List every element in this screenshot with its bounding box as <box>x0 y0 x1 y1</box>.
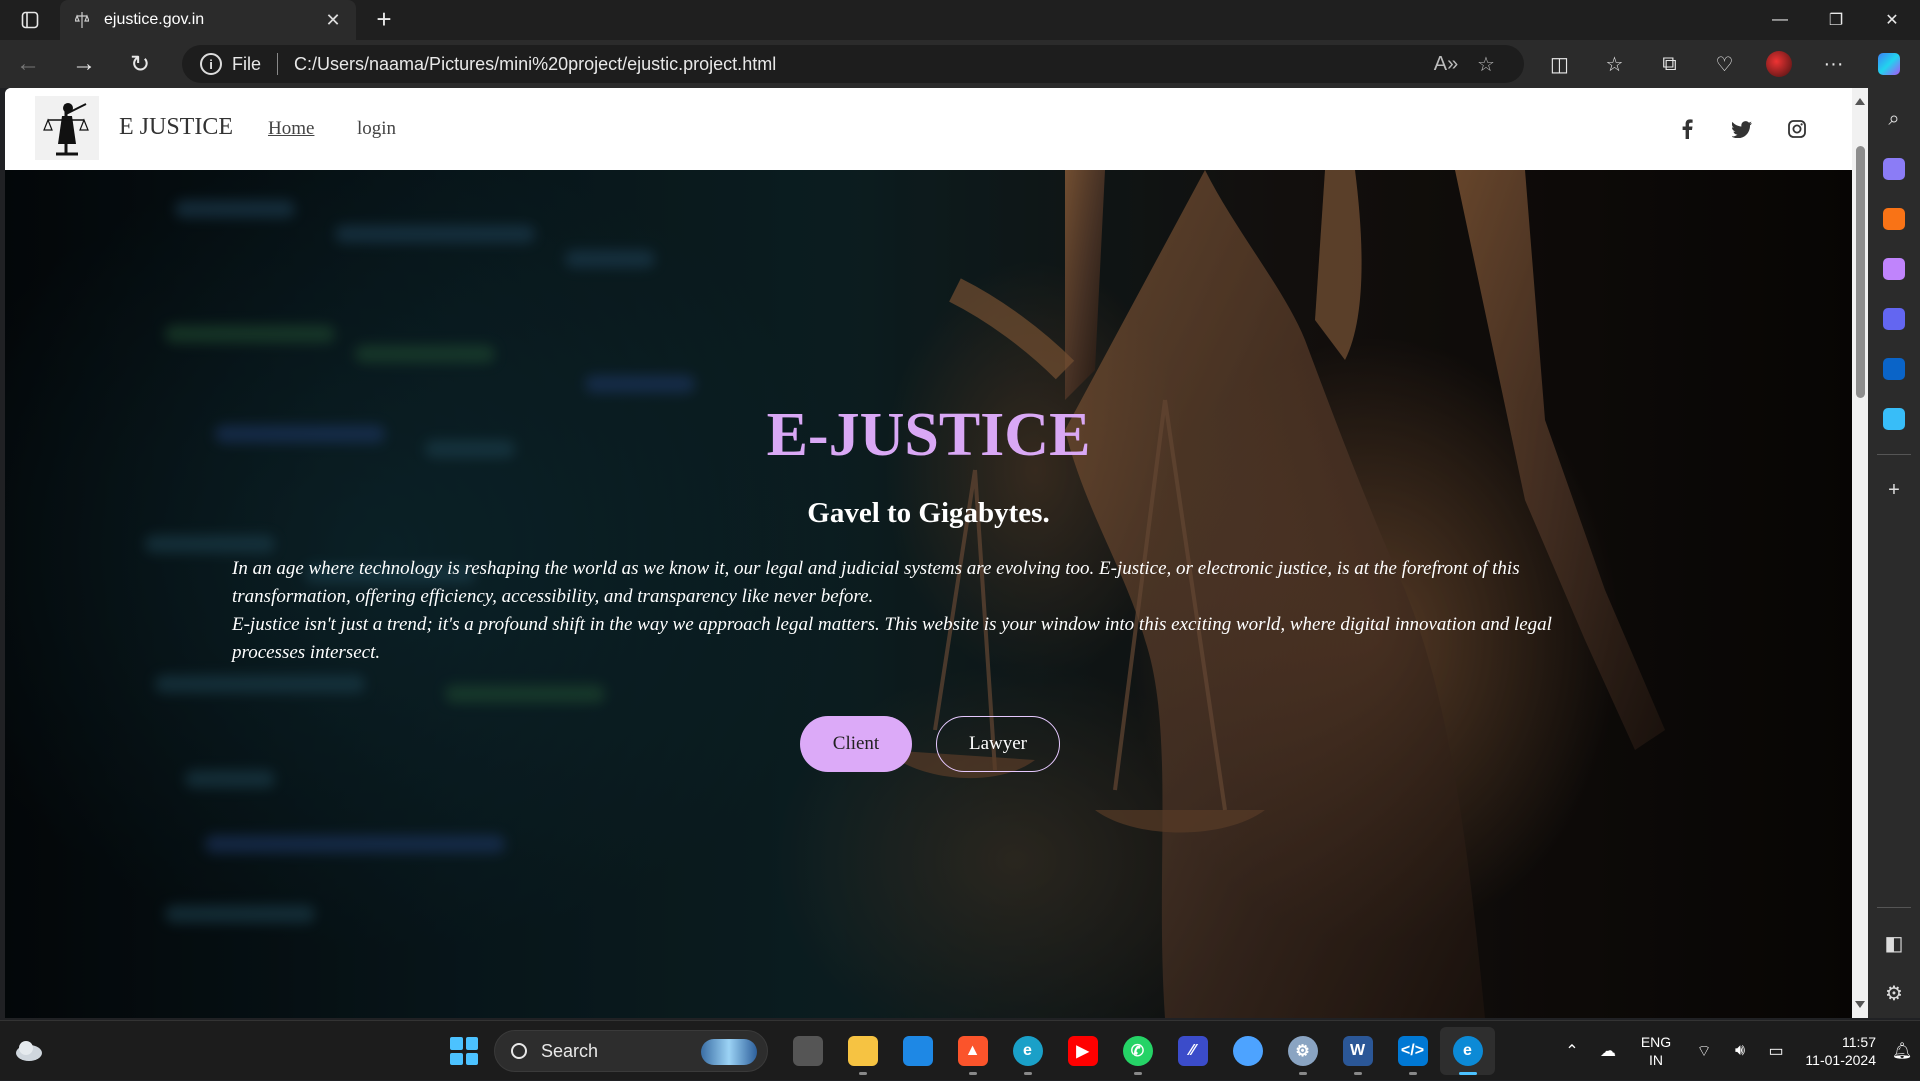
hero-description: In an age where technology is reshaping … <box>232 555 1622 667</box>
volume-icon[interactable]: 🔊︎ <box>1722 1042 1758 1060</box>
file-explorer-icon[interactable] <box>835 1027 890 1075</box>
client-button[interactable]: Client <box>800 716 912 772</box>
search-highlight-art <box>701 1039 757 1065</box>
hero-title: E-JUSTICE <box>766 401 1091 469</box>
page-scrollbar[interactable] <box>1852 88 1868 1018</box>
more-options-icon[interactable]: ··· <box>1806 40 1861 88</box>
site-brand[interactable]: E JUSTICE <box>119 114 233 141</box>
close-tab-icon[interactable]: ✕ <box>322 10 344 31</box>
region-code: IN <box>1649 1052 1663 1068</box>
justice-logo <box>35 96 99 160</box>
settings-gear-icon[interactable]: ⚙ <box>1874 968 1914 1018</box>
nav-home-link[interactable]: Home <box>268 118 314 140</box>
refresh-icon[interactable]: ↻ <box>112 40 168 88</box>
taskbar-search[interactable]: Search <box>494 1030 768 1072</box>
justice-favicon-icon <box>72 10 92 30</box>
close-window-icon[interactable]: ✕ <box>1864 0 1920 40</box>
twitter-icon[interactable] <box>1725 112 1759 146</box>
search-icon[interactable]: ⌕ <box>1874 94 1914 144</box>
wifi-icon[interactable]: ⌔ <box>1686 1041 1722 1061</box>
vscode-icon[interactable]: </> <box>1385 1027 1440 1075</box>
brave-browser-icon[interactable]: ▲ <box>945 1027 1000 1075</box>
toolbar-icons: ◫ ☆ ⧉ ♡ ··· <box>1532 40 1916 88</box>
edge-sidebar: ⌕ + ◧ ⚙ <box>1868 88 1920 1018</box>
onedrive-cloud-icon[interactable]: ☁ <box>1590 1041 1626 1061</box>
youtube-icon[interactable]: ▶ <box>1055 1027 1110 1075</box>
address-separator <box>277 53 279 75</box>
hero-section: E-JUSTICE Gavel to Gigabytes. In an age … <box>5 170 1852 1018</box>
collections-icon[interactable]: ⧉ <box>1642 40 1697 88</box>
window-controls: — ❐ ✕ <box>1752 0 1920 40</box>
copilot-sidebar-icon[interactable] <box>1874 294 1914 344</box>
edge-icon[interactable]: e <box>1000 1027 1055 1075</box>
task-view-icon[interactable] <box>780 1027 835 1075</box>
app-icon[interactable]: ⁄⁄ <box>1165 1027 1220 1075</box>
page-viewport: E JUSTICE Home login E-JUSTICE Gavel to … <box>5 88 1868 1018</box>
outlook-icon[interactable] <box>1874 344 1914 394</box>
start-windows-icon[interactable] <box>446 1033 482 1069</box>
search-label: Search <box>541 1040 599 1061</box>
games-icon[interactable] <box>1874 244 1914 294</box>
address-prefix: File <box>232 53 262 74</box>
hide-sidebar-icon[interactable]: ◧ <box>1874 918 1914 968</box>
lawyer-button[interactable]: Lawyer <box>936 716 1060 772</box>
tab-title: ejustice.gov.in <box>104 11 205 28</box>
tab-actions-icon[interactable] <box>0 0 60 40</box>
weather-icon[interactable] <box>14 1037 44 1063</box>
instagram-icon[interactable] <box>1780 112 1814 146</box>
forward-icon[interactable]: → <box>56 40 112 88</box>
new-tab-button[interactable]: + <box>368 4 400 36</box>
minimize-icon[interactable]: — <box>1752 0 1808 40</box>
hero-content: E-JUSTICE Gavel to Gigabytes. In an age … <box>5 170 1852 1018</box>
hero-paragraph-2: E-justice isn't just a trend; it's a pro… <box>232 614 1552 663</box>
split-screen-icon[interactable]: ◫ <box>1532 40 1587 88</box>
hero-paragraph-1: In an age where technology is reshaping … <box>232 558 1520 607</box>
globe-app-icon[interactable] <box>1220 1027 1275 1075</box>
whatsapp-icon[interactable]: ✆ <box>1110 1027 1165 1075</box>
windows-taskbar: Search ▲ e ▶ ✆ ⁄⁄ ⚙ W </> e ⌃ ☁ ENG IN ⌔… <box>0 1020 1920 1080</box>
restore-icon[interactable]: ❐ <box>1808 0 1864 40</box>
clock-time: 11:57 <box>1842 1034 1876 1050</box>
search-glass-icon <box>511 1043 527 1059</box>
clock-date: 11-01-2024 <box>1805 1052 1876 1068</box>
language-code: ENG <box>1640 1034 1672 1050</box>
notifications-bell-icon[interactable]: 🔔︎ <box>1884 1041 1920 1061</box>
scrollbar-thumb[interactable] <box>1856 146 1865 398</box>
favorites-icon[interactable]: ☆ <box>1587 40 1642 88</box>
active-tab[interactable]: ejustice.gov.in ✕ <box>60 0 356 40</box>
url-text[interactable]: C:/Users/naama/Pictures/mini%20project/e… <box>294 54 1426 75</box>
facebook-icon[interactable] <box>1670 112 1704 146</box>
nav-login-link[interactable]: login <box>357 118 396 140</box>
site-navbar: E JUSTICE Home login <box>5 88 1852 170</box>
system-tray: ⌃ ☁ ENG IN ⌔ 🔊︎ ▭ 11:57 11-01-2024 🔔︎ <box>1554 1021 1920 1081</box>
show-hidden-icons-chevron-icon[interactable]: ⌃ <box>1554 1041 1590 1061</box>
language-indicator[interactable]: ENG IN <box>1626 1033 1686 1069</box>
favorite-star-icon[interactable]: ☆ <box>1466 52 1506 77</box>
hero-subtitle: Gavel to Gigabytes. <box>807 497 1050 529</box>
back-icon[interactable]: ← <box>0 40 56 88</box>
browser-toolbar: ← → ↻ i File C:/Users/naama/Pictures/min… <box>0 40 1920 88</box>
info-icon[interactable]: i <box>200 53 222 75</box>
tools-icon[interactable] <box>1874 194 1914 244</box>
shopping-tag-icon[interactable] <box>1874 144 1914 194</box>
drop-icon[interactable] <box>1874 394 1914 444</box>
address-bar[interactable]: i File C:/Users/naama/Pictures/mini%20pr… <box>182 45 1524 83</box>
word-icon[interactable]: W <box>1330 1027 1385 1075</box>
profile-avatar[interactable] <box>1766 51 1792 77</box>
sidebar-divider-bottom <box>1877 907 1911 908</box>
scroll-up-icon[interactable] <box>1855 98 1865 105</box>
copilot-icon[interactable] <box>1861 40 1916 88</box>
sidebar-divider <box>1877 454 1911 455</box>
add-icon[interactable]: + <box>1874 465 1914 515</box>
pinned-apps: ▲ e ▶ ✆ ⁄⁄ ⚙ W </> e <box>780 1027 1495 1075</box>
battery-icon[interactable]: ▭ <box>1758 1041 1794 1061</box>
settings-icon[interactable]: ⚙ <box>1275 1027 1330 1075</box>
microsoft-store-icon[interactable] <box>890 1027 945 1075</box>
browser-tab-strip: ejustice.gov.in ✕ + — ❐ ✕ <box>0 0 1920 40</box>
browser-essentials-icon[interactable]: ♡ <box>1697 40 1752 88</box>
read-aloud-icon[interactable]: A» <box>1426 53 1466 76</box>
clock[interactable]: 11:57 11-01-2024 <box>1794 1033 1884 1069</box>
edge-active-icon[interactable]: e <box>1440 1027 1495 1075</box>
scroll-down-icon[interactable] <box>1855 1001 1865 1008</box>
